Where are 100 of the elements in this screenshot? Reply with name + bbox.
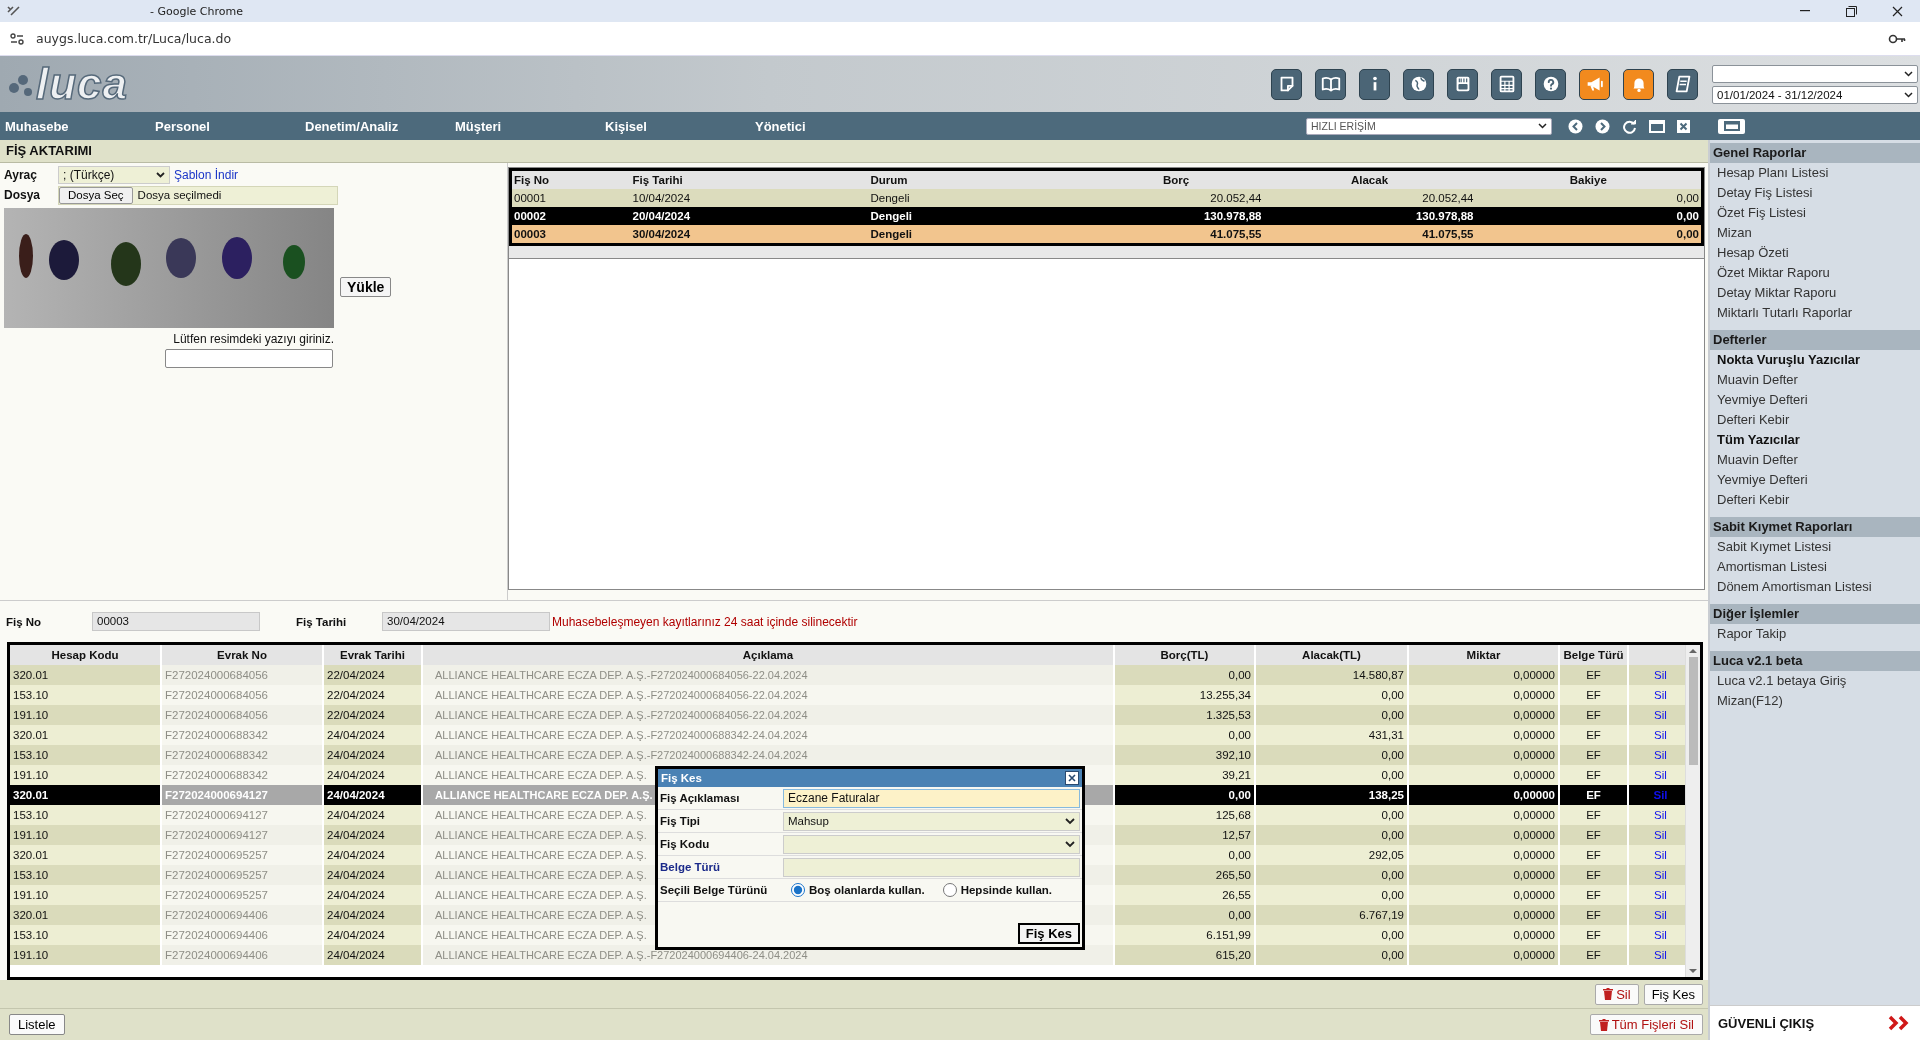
delete-link[interactable]: Sil [1654,729,1667,741]
restore-icon[interactable] [1845,5,1857,17]
delete-link[interactable]: Sil [1654,869,1667,881]
delete-link[interactable]: Sil [1654,709,1667,721]
book-icon[interactable] [1315,68,1346,100]
table-cell: 24/04/2024 [324,725,421,745]
radio-button[interactable] [791,883,805,897]
menu-item[interactable]: Luca v2.1 betaya Giriş [1710,671,1920,691]
delete-link[interactable]: Sil [1654,689,1667,701]
table-cell: F272024000684056 [162,665,322,685]
menu-item[interactable]: Dönem Amortisman Listesi [1710,577,1920,597]
delete-link[interactable]: Sil [1654,909,1667,921]
menu-item[interactable]: Yevmiye Defteri [1710,470,1920,490]
quick-access-select[interactable]: HIZLI ERİŞİM [1306,117,1552,135]
menu-item[interactable]: Miktarlı Tutarlı Raporlar [1710,303,1920,323]
site-settings-icon[interactable] [10,32,24,45]
table-cell: 24/04/2024 [324,805,421,825]
close-icon[interactable] [1677,119,1690,133]
period-select[interactable]: 01/01/2024 - 31/12/2024 [1712,85,1918,104]
radio-button[interactable] [942,883,957,897]
menu-item[interactable]: Müşteri [450,118,600,134]
note-icon[interactable] [1271,68,1302,100]
delete-link[interactable]: Sil [1654,829,1667,841]
delete-link[interactable]: Sil [1654,749,1667,761]
list-button[interactable]: Listele [9,1014,65,1035]
scrollbar[interactable] [1685,645,1700,977]
table-cell: EF [1560,925,1627,945]
table-cell: 191.10 [10,765,160,785]
megaphone-icon[interactable] [1579,68,1610,100]
document-type-field[interactable] [783,857,1080,877]
close-button[interactable] [1065,771,1079,785]
issue-slip-button[interactable]: Fiş Kes [1643,983,1703,1005]
window-button[interactable] [1718,118,1745,134]
info-icon[interactable] [1359,68,1390,100]
menu-item[interactable]: Hesap Özeti [1710,243,1920,263]
delete-button[interactable]: Sil [1595,983,1639,1005]
scroll-down-icon[interactable] [1689,969,1697,974]
minimize-icon[interactable] [1800,10,1810,12]
table-cell: 0,00 [1256,685,1407,705]
slip-type-select[interactable]: Mahsup [783,811,1080,831]
menu-item[interactable]: Kişisel [600,118,750,134]
menu-item[interactable]: Detay Miktar Raporu [1710,283,1920,303]
menu-item[interactable]: Yönetici [750,118,900,134]
menu-item[interactable]: Özet Miktar Raporu [1710,263,1920,283]
description-field[interactable]: Eczane Faturalar [783,788,1080,808]
key-icon[interactable] [1888,33,1906,44]
choose-file-button[interactable]: Dosya Seç [59,186,133,204]
template-link[interactable]: Şablon İndir [174,168,239,182]
menu-item[interactable]: Detay Fiş Listesi [1710,183,1920,203]
menu-item[interactable]: Özet Fiş Listesi [1710,203,1920,223]
refresh-icon[interactable] [1622,118,1637,134]
delete-link[interactable]: Sil [1654,669,1667,681]
delete-link[interactable]: Sil [1654,849,1667,861]
menu-item[interactable]: Muhasebe [0,118,150,134]
section-header: Luca v2.1 beta [1710,651,1920,671]
menu-item[interactable]: Personel [150,118,300,134]
bell-icon[interactable] [1623,68,1654,100]
menu-item[interactable]: Muavin Defter [1710,450,1920,470]
delete-all-button[interactable]: Tüm Fişleri Sil [1589,1014,1703,1035]
issue-slip-button[interactable]: Fiş Kes [1017,923,1080,944]
upload-button[interactable]: Yükle [340,277,392,297]
trash-icon [1603,988,1614,1000]
globe-icon[interactable] [1403,68,1434,100]
window-icon[interactable] [1649,119,1665,133]
slip-number-field[interactable]: 00003 [92,612,260,631]
menu-item[interactable]: Sabit Kıymet Listesi [1710,537,1920,557]
previous-icon[interactable] [1568,118,1583,134]
scroll-up-icon[interactable] [1689,648,1697,653]
menu-item[interactable]: Denetim/Analiz [300,118,450,134]
notebook-icon[interactable] [1667,68,1698,100]
menu-item[interactable]: Muavin Defter [1710,370,1920,390]
help-icon[interactable] [1535,68,1566,100]
delete-link[interactable]: Sil [1654,949,1667,961]
address-field[interactable]: auygs.luca.com.tr/Luca/luca.do [36,31,232,46]
scrollbar-thumb[interactable] [1688,657,1698,765]
menu-item[interactable]: Yevmiye Defteri [1710,390,1920,410]
menu-item[interactable]: Defteri Kebir [1710,490,1920,510]
menu-item[interactable]: Defteri Kebir [1710,410,1920,430]
separator-select[interactable]: ; (Türkçe) [58,166,170,184]
table-cell: 0,00 [1256,705,1407,725]
table-cell: 0,00 [1115,725,1254,745]
menu-item[interactable]: Hesap Planı Listesi [1710,163,1920,183]
column-header: Belge Türü [1560,645,1627,665]
table-cell: 320.01 [10,665,160,685]
company-select[interactable] [1712,64,1918,83]
delete-link[interactable]: Sil [1654,929,1667,941]
menu-item[interactable]: Mizan [1710,223,1920,243]
delete-link[interactable]: Sil [1654,889,1667,901]
next-icon[interactable] [1595,118,1610,134]
menu-item[interactable]: Rapor Takip [1710,624,1920,644]
menu-item[interactable]: Mizan(F12) [1710,691,1920,711]
delete-link[interactable]: Sil [1654,769,1667,781]
delete-link[interactable]: Sil [1654,809,1667,821]
close-icon[interactable] [1891,5,1903,17]
slip-date-field[interactable]: 30/04/2024 [382,612,550,631]
menu-item[interactable]: Amortisman Listesi [1710,557,1920,577]
calculator-icon[interactable] [1491,68,1522,100]
table-cell: 1.325,53 [1115,705,1254,725]
captcha-field[interactable] [165,349,333,368]
radio-label: Hepsinde kullan. [960,884,1053,896]
